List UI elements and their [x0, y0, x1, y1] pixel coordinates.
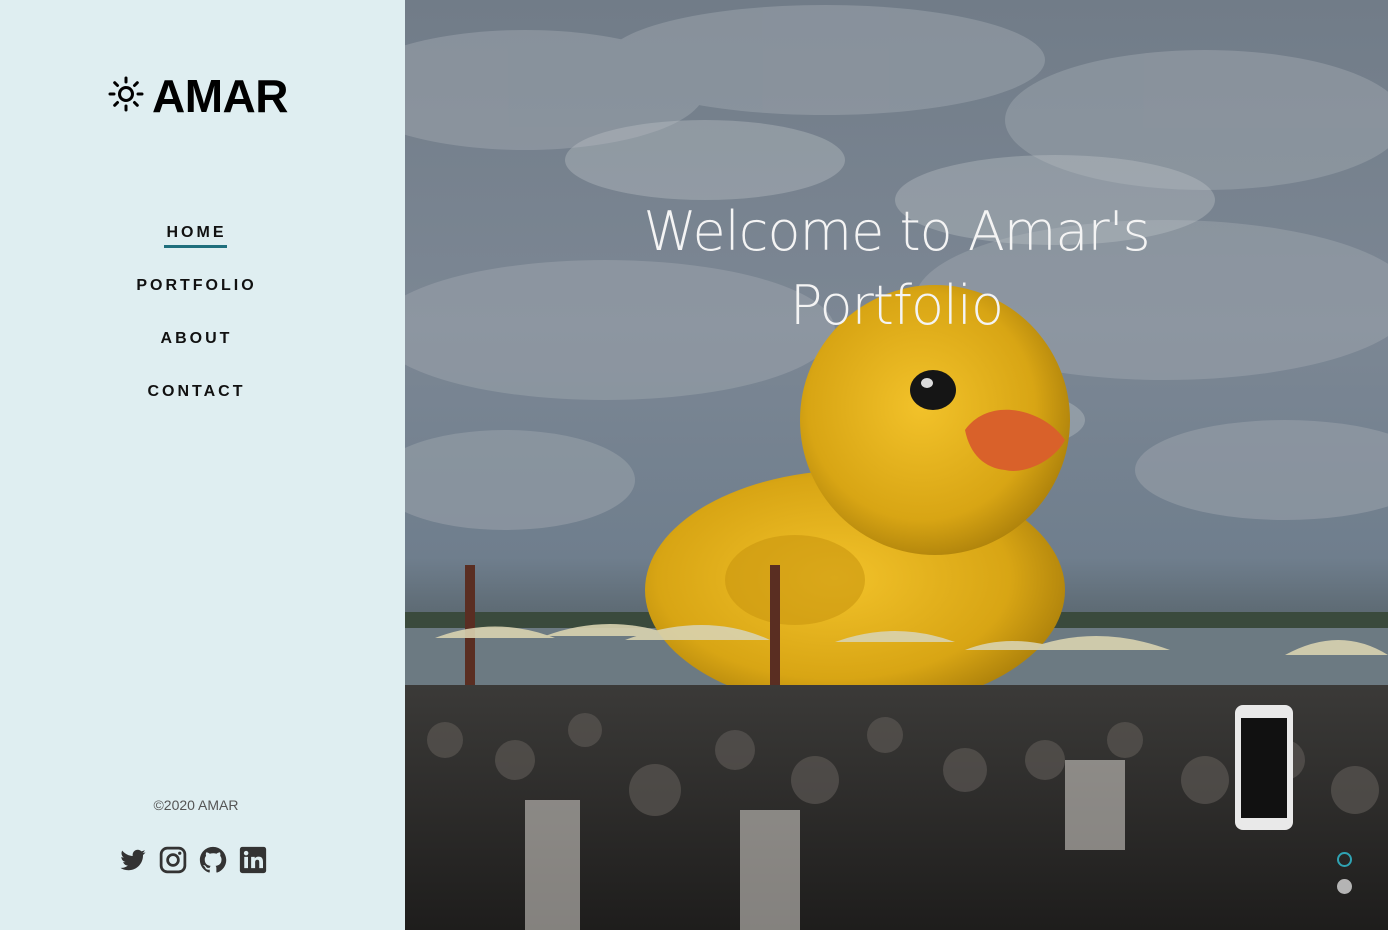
- nav-item-about[interactable]: ABOUT: [158, 326, 233, 379]
- nav-item-home[interactable]: HOME: [163, 220, 227, 273]
- github-icon[interactable]: [198, 843, 228, 877]
- slider-dots: [1337, 852, 1352, 894]
- twitter-icon[interactable]: [118, 843, 148, 877]
- copyright-text: ©2020 AMAR: [153, 797, 239, 813]
- nav-item-label: CONTACT: [147, 383, 246, 400]
- hero-title-line-2: Portfolio: [789, 274, 1004, 337]
- page: AMAR HOME PORTFOLIO ABOUT CONTACT ©2020 …: [0, 0, 1388, 930]
- hero-title-line-1: Welcome to Amar's: [643, 200, 1150, 263]
- brand-name: AMAR: [152, 70, 288, 122]
- sidebar: AMAR HOME PORTFOLIO ABOUT CONTACT ©2020 …: [0, 0, 405, 930]
- social-links: [118, 843, 268, 877]
- hero-title: Welcome to Amar's Portfolio: [405, 195, 1388, 343]
- nav-item-contact[interactable]: CONTACT: [144, 379, 245, 432]
- nav-item-label: ABOUT: [160, 330, 233, 347]
- hero-section: Welcome to Amar's Portfolio: [405, 0, 1388, 930]
- instagram-icon[interactable]: [158, 843, 188, 877]
- brand-logo[interactable]: AMAR: [108, 72, 288, 120]
- hero-background-image: [405, 0, 1388, 930]
- main-nav: HOME PORTFOLIO ABOUT CONTACT: [0, 220, 390, 432]
- nav-item-label: HOME: [163, 220, 227, 248]
- linkedin-icon[interactable]: [238, 843, 268, 877]
- sun-icon: [108, 76, 144, 117]
- slider-dot-2[interactable]: [1337, 879, 1352, 894]
- nav-item-portfolio[interactable]: PORTFOLIO: [133, 273, 256, 326]
- slider-dot-1[interactable]: [1337, 852, 1352, 867]
- nav-item-label: PORTFOLIO: [136, 277, 257, 294]
